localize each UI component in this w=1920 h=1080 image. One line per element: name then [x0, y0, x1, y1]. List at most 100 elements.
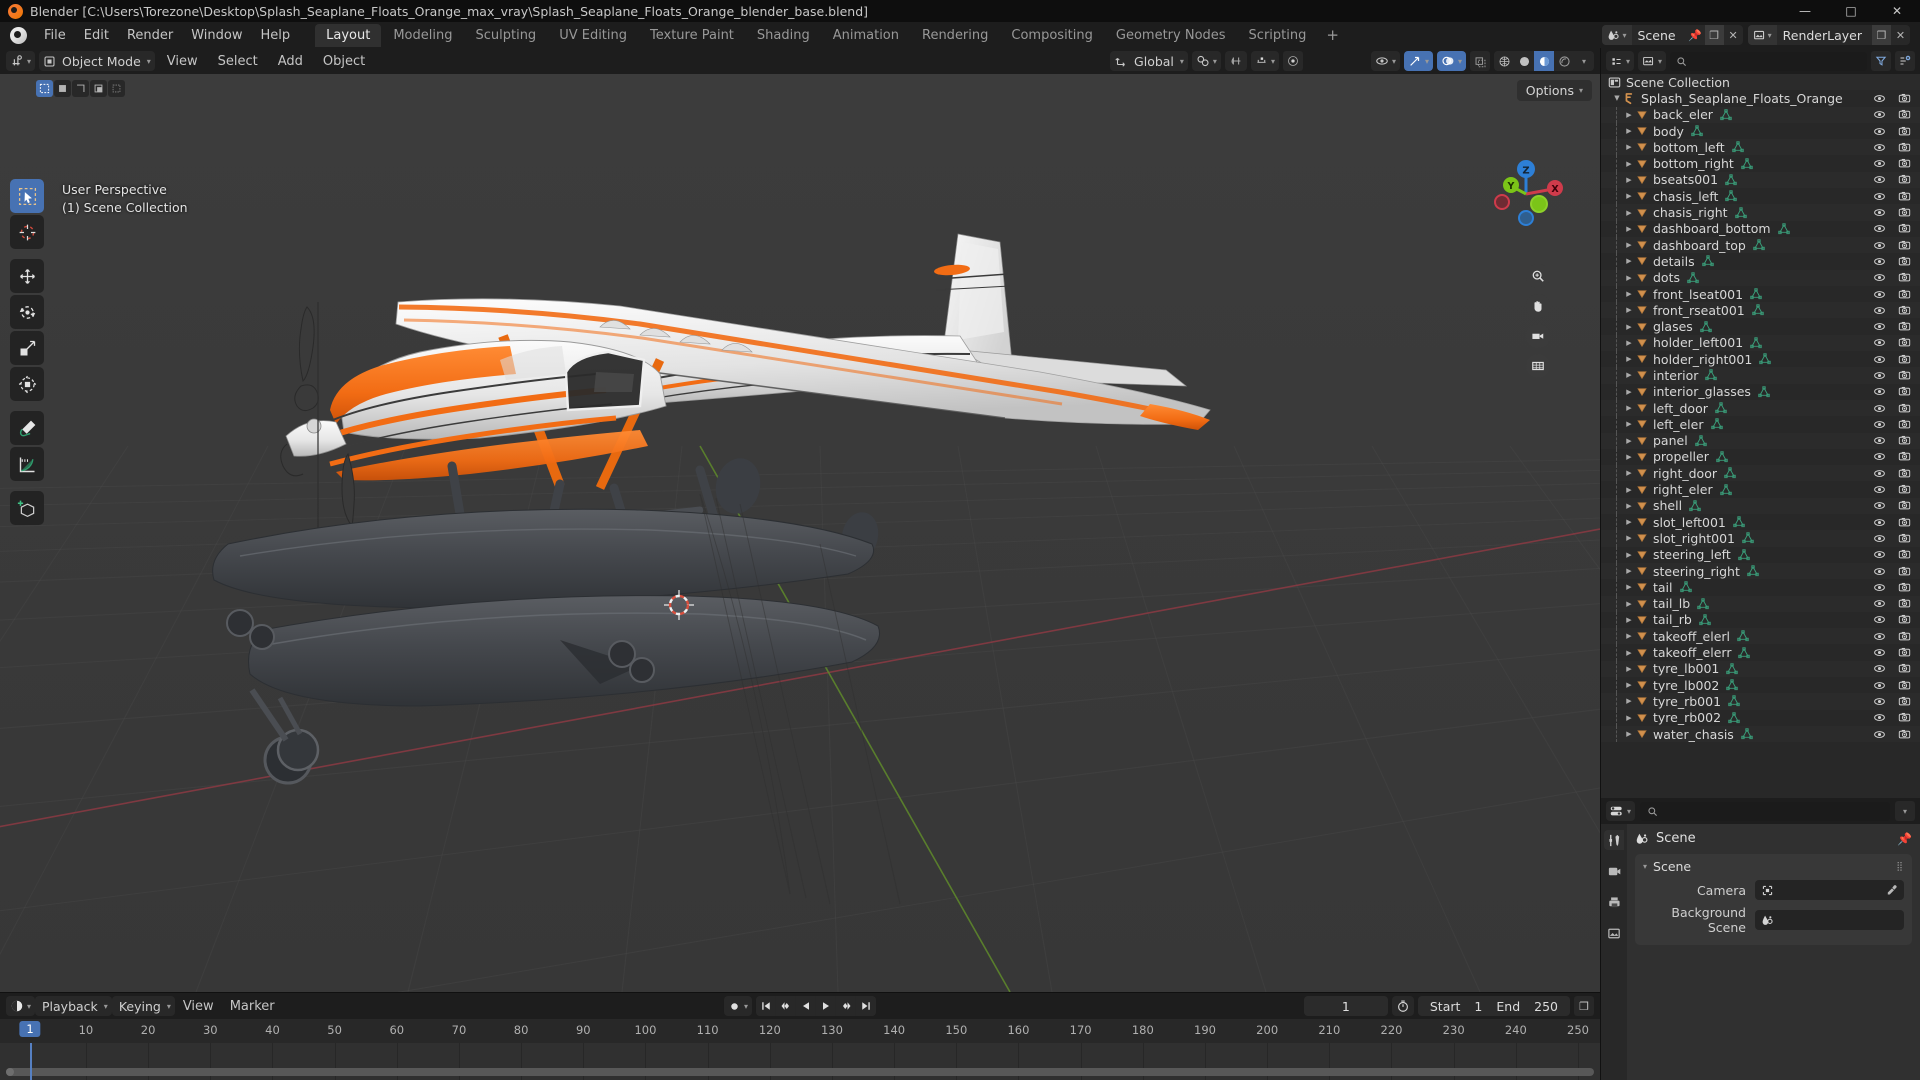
- disable-in-renders-icon[interactable]: [1898, 255, 1911, 268]
- expand-object-icon[interactable]: ▶: [1623, 241, 1635, 249]
- expand-object-icon[interactable]: ▶: [1623, 323, 1635, 331]
- viewport-options-button[interactable]: Options ▾: [1516, 80, 1592, 101]
- outliner-row-object[interactable]: ▶ tyre_lb001: [1601, 660, 1920, 677]
- interaction-mode-selector[interactable]: Object Mode ▾: [39, 51, 155, 71]
- expand-object-icon[interactable]: ▶: [1623, 143, 1635, 151]
- hide-in-viewport-icon[interactable]: [1873, 173, 1886, 186]
- zoom-view-icon[interactable]: [1526, 264, 1550, 288]
- outliner-row-object[interactable]: ▶ front_rseat001: [1601, 302, 1920, 319]
- disable-in-renders-icon[interactable]: [1898, 434, 1911, 447]
- disable-in-renders-icon[interactable]: [1898, 402, 1911, 415]
- pin-scene-icon[interactable]: 📌: [1686, 25, 1705, 45]
- expand-collection-icon[interactable]: ▼: [1611, 94, 1623, 102]
- timeline-body[interactable]: [0, 1043, 1600, 1080]
- hide-in-viewport-icon[interactable]: [1873, 548, 1886, 561]
- disable-in-renders-icon[interactable]: [1898, 157, 1911, 170]
- shading-options-chevron[interactable]: ▾: [1574, 51, 1594, 71]
- outliner-row-object[interactable]: ▶ panel: [1601, 432, 1920, 449]
- properties-search-input[interactable]: [1640, 801, 1890, 821]
- expand-object-icon[interactable]: ▶: [1623, 355, 1635, 363]
- new-view-layer-icon[interactable]: ❐: [1872, 25, 1891, 45]
- jump-to-end-button[interactable]: [856, 996, 877, 1016]
- tab-view-layer-properties[interactable]: [1604, 923, 1624, 943]
- select-subtract-icon[interactable]: [72, 80, 89, 97]
- expand-object-icon[interactable]: ▶: [1623, 714, 1635, 722]
- material-preview-shading-button[interactable]: [1534, 51, 1554, 71]
- outliner-row-object[interactable]: ▶ right_door: [1601, 465, 1920, 482]
- hide-in-viewport-icon[interactable]: [1873, 434, 1886, 447]
- outliner-row-object[interactable]: ▶ holder_left001: [1601, 334, 1920, 352]
- expand-object-icon[interactable]: ▶: [1623, 518, 1635, 526]
- hide-in-viewport-icon[interactable]: [1873, 483, 1886, 496]
- disable-in-renders-icon[interactable]: [1898, 125, 1911, 138]
- tab-sculpting[interactable]: Sculpting: [464, 24, 547, 47]
- outliner-row-object[interactable]: ▶ shell: [1601, 497, 1920, 515]
- disable-in-renders-icon[interactable]: [1898, 679, 1911, 692]
- outliner-row-object[interactable]: ▶ bottom_right: [1601, 155, 1920, 172]
- toggle-orthographic-icon[interactable]: [1526, 354, 1550, 378]
- disable-in-renders-icon[interactable]: [1898, 613, 1911, 626]
- jump-to-previous-keyframe-button[interactable]: [776, 996, 797, 1016]
- select-extend-icon[interactable]: [54, 80, 71, 97]
- blender-menu-icon[interactable]: [10, 26, 27, 44]
- expand-object-icon[interactable]: ▶: [1623, 665, 1635, 673]
- timeline-editor-type-selector[interactable]: ▾: [6, 996, 36, 1016]
- measure-tool-button[interactable]: [10, 447, 44, 481]
- outliner-row-object[interactable]: ▶ left_door: [1601, 399, 1920, 417]
- disable-in-renders-icon[interactable]: [1898, 499, 1911, 512]
- disable-in-renders-icon[interactable]: [1898, 304, 1911, 317]
- outliner-row-object[interactable]: ▶ glases: [1601, 318, 1920, 335]
- expand-object-icon[interactable]: ▶: [1623, 306, 1635, 314]
- hide-in-viewport-icon[interactable]: [1873, 418, 1886, 431]
- outliner-row-object[interactable]: ▶ dashboard_bottom: [1601, 220, 1920, 237]
- disable-in-renders-icon[interactable]: [1898, 271, 1911, 284]
- outliner-row-object[interactable]: ▶ right_eler: [1601, 481, 1920, 498]
- tab-modeling[interactable]: Modeling: [382, 24, 463, 47]
- expand-object-icon[interactable]: ▶: [1623, 681, 1635, 689]
- hide-in-viewport-icon[interactable]: [1873, 613, 1886, 626]
- tab-animation[interactable]: Animation: [822, 24, 910, 47]
- outliner-editor-type-selector[interactable]: ▾: [1606, 51, 1635, 71]
- disable-in-renders-icon[interactable]: [1898, 630, 1911, 643]
- outliner-row-object[interactable]: ▶ steering_left: [1601, 546, 1920, 563]
- disable-in-renders-icon[interactable]: [1898, 92, 1911, 105]
- hide-in-viewport-icon[interactable]: [1873, 385, 1886, 398]
- menu-render[interactable]: Render: [118, 25, 182, 46]
- auto-keying-toggle[interactable]: ▾: [723, 996, 753, 1016]
- close-button[interactable]: ✕: [1874, 0, 1920, 22]
- disable-in-renders-icon[interactable]: [1898, 369, 1911, 382]
- timeline-keying-menu[interactable]: Keying ▾: [111, 996, 175, 1016]
- hide-in-viewport-icon[interactable]: [1873, 190, 1886, 203]
- hide-in-viewport-icon[interactable]: [1873, 711, 1886, 724]
- expand-object-icon[interactable]: ▶: [1623, 404, 1635, 412]
- disable-in-renders-icon[interactable]: [1898, 532, 1911, 545]
- playhead-frame-label[interactable]: 1: [19, 1021, 41, 1037]
- solid-shading-button[interactable]: [1514, 51, 1534, 71]
- background-scene-field[interactable]: [1755, 910, 1904, 930]
- proportional-editing-selector[interactable]: ▾: [1250, 51, 1279, 71]
- toggle-camera-view-icon[interactable]: [1526, 324, 1550, 348]
- hide-in-viewport-icon[interactable]: [1873, 581, 1886, 594]
- snap-target-selector[interactable]: ▾: [1191, 51, 1221, 71]
- expand-object-icon[interactable]: ▶: [1623, 600, 1635, 608]
- disable-in-renders-icon[interactable]: [1898, 548, 1911, 561]
- expand-object-icon[interactable]: ▶: [1623, 420, 1635, 428]
- outliner-row-object[interactable]: ▶ front_lseat001: [1601, 285, 1920, 303]
- outliner-search-input[interactable]: [1670, 51, 1867, 71]
- disable-in-renders-icon[interactable]: [1898, 190, 1911, 203]
- outliner-row-object[interactable]: ▶ tail_rb: [1601, 611, 1920, 629]
- add-cube-tool-button[interactable]: [10, 491, 44, 525]
- camera-field[interactable]: [1755, 880, 1904, 900]
- disable-in-renders-icon[interactable]: [1898, 336, 1911, 349]
- outliner-row-object[interactable]: ▶ tail: [1601, 579, 1920, 596]
- outliner-row-object[interactable]: ▶ steering_right: [1601, 562, 1920, 580]
- overlays-toggle[interactable]: ▾: [1436, 51, 1466, 71]
- expand-object-icon[interactable]: ▶: [1623, 111, 1635, 119]
- hide-in-viewport-icon[interactable]: [1873, 320, 1886, 333]
- outliner-row-object[interactable]: ▶ dots: [1601, 269, 1920, 286]
- use-preview-range-toggle[interactable]: [1391, 996, 1414, 1016]
- minimize-button[interactable]: —: [1782, 0, 1828, 22]
- disable-in-renders-icon[interactable]: [1898, 581, 1911, 594]
- hide-in-viewport-icon[interactable]: [1873, 597, 1886, 610]
- outliner-row-object[interactable]: ▶ slot_right001: [1601, 530, 1920, 547]
